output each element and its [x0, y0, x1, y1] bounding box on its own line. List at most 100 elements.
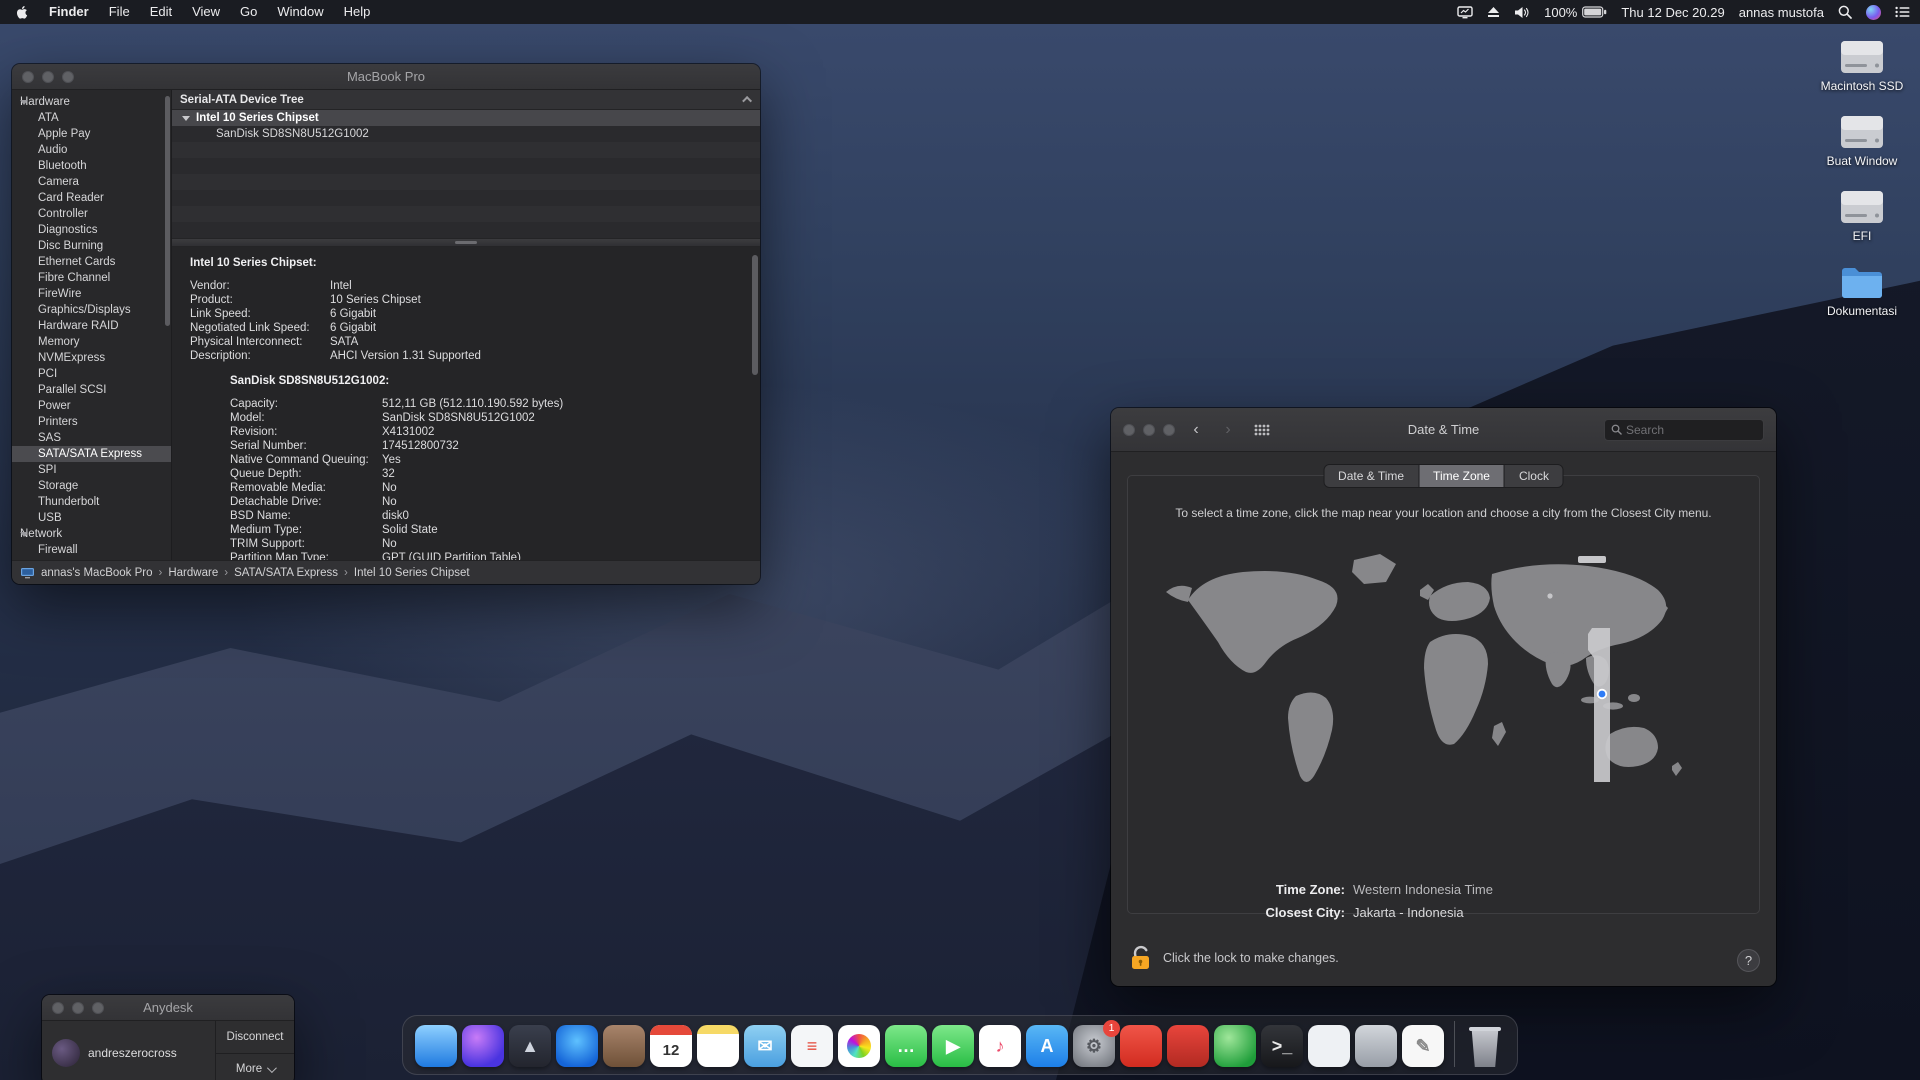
close-button[interactable] — [22, 71, 34, 83]
sidebar-item[interactable]: Disc Burning — [12, 238, 171, 254]
dock-app-anydesk[interactable] — [1120, 1025, 1162, 1067]
minimize-button[interactable] — [1143, 424, 1155, 436]
sidebar-item[interactable]: ATA — [12, 110, 171, 126]
device-tree-row[interactable] — [172, 222, 760, 238]
dock-app-reminders[interactable]: ≡ — [791, 1025, 833, 1067]
dock-app-safari[interactable] — [556, 1025, 598, 1067]
sidebar-item[interactable]: SAS — [12, 430, 171, 446]
disclosure-triangle-icon[interactable] — [20, 100, 28, 105]
sidebar-item[interactable]: USB — [12, 510, 171, 526]
detail-scrollbar[interactable] — [752, 255, 758, 375]
sidebar-item[interactable]: Printers — [12, 414, 171, 430]
dock-app-notes[interactable] — [697, 1025, 739, 1067]
help-button[interactable]: ? — [1737, 949, 1760, 972]
desktop-icon-macintosh-ssd[interactable]: Macintosh SSD — [1814, 36, 1910, 93]
anydesk-titlebar[interactable]: Anydesk — [42, 995, 294, 1021]
breadcrumb-segment[interactable]: › annas's MacBook Pro — [41, 567, 153, 579]
world-map[interactable] — [1158, 538, 1730, 829]
disclosure-triangle-icon[interactable] — [182, 116, 190, 121]
menu-clock[interactable]: Thu 12 Dec 20.29 — [1621, 5, 1724, 20]
closest-city-value[interactable]: Jakarta - Indonesia — [1353, 905, 1464, 920]
sidebar-item[interactable]: Audio — [12, 142, 171, 158]
spotlight-icon[interactable] — [1838, 5, 1852, 19]
dock-app-messages[interactable]: … — [885, 1025, 927, 1067]
device-tree-header[interactable]: Serial-ATA Device Tree — [172, 90, 760, 110]
breadcrumb-segment[interactable]: › SATA/SATA Express — [218, 567, 338, 579]
sidebar-item[interactable]: Power — [12, 398, 171, 414]
sysinfo-titlebar[interactable]: MacBook Pro — [12, 64, 760, 90]
dock-app-facetime[interactable]: ▶ — [932, 1025, 974, 1067]
dock-app-siri[interactable] — [462, 1025, 504, 1067]
more-button[interactable]: More — [216, 1054, 294, 1080]
dock-app-green-sphere-app[interactable] — [1214, 1025, 1256, 1067]
dock-app-finder[interactable] — [415, 1025, 457, 1067]
notification-center-icon[interactable] — [1895, 6, 1910, 18]
zoom-button[interactable] — [62, 71, 74, 83]
sidebar-scrollbar[interactable] — [165, 96, 170, 326]
sidebar-item[interactable]: SPI — [12, 462, 171, 478]
tab-clock[interactable]: Clock — [1505, 465, 1563, 487]
dock-app-mail[interactable]: ✉ — [744, 1025, 786, 1067]
eject-icon[interactable] — [1487, 6, 1500, 18]
dock-app-contacts[interactable] — [603, 1025, 645, 1067]
show-all-grid-icon[interactable] — [1249, 420, 1275, 440]
sidebar-item[interactable]: Diagnostics — [12, 222, 171, 238]
dock-app-terminal[interactable]: >_ — [1261, 1025, 1303, 1067]
sidebar-item[interactable]: Graphics/Displays — [12, 302, 171, 318]
zoom-button[interactable] — [92, 1002, 104, 1014]
menu-item[interactable]: File — [99, 4, 140, 19]
device-tree-row[interactable]: SanDisk SD8SN8U512G1002 — [172, 126, 760, 142]
tab-date-time[interactable]: Date & Time — [1324, 465, 1419, 487]
sidebar-item[interactable]: Ethernet Cards — [12, 254, 171, 270]
device-tree-row[interactable]: Intel 10 Series Chipset — [172, 110, 760, 126]
sidebar-item[interactable]: Thunderbolt — [12, 494, 171, 510]
menu-item[interactable]: Help — [334, 4, 381, 19]
selected-city-dot[interactable] — [1596, 689, 1606, 699]
device-tree-row[interactable] — [172, 158, 760, 174]
sidebar-item[interactable]: Hardware RAID — [12, 318, 171, 334]
anydesk-status-icon[interactable] — [1457, 6, 1473, 19]
sidebar-item[interactable]: Hardware — [12, 94, 171, 110]
search-field[interactable] — [1604, 419, 1764, 441]
menu-item[interactable]: View — [182, 4, 230, 19]
battery-status[interactable]: 100% — [1544, 5, 1607, 20]
back-button[interactable]: ‹ — [1185, 420, 1207, 440]
breadcrumb-segment[interactable]: › Intel 10 Series Chipset — [338, 567, 470, 579]
close-button[interactable] — [52, 1002, 64, 1014]
sidebar-item[interactable]: Apple Pay — [12, 126, 171, 142]
apple-menu[interactable] — [10, 5, 37, 20]
collapse-chevron-icon[interactable] — [742, 96, 752, 106]
disconnect-button[interactable]: Disconnect — [216, 1021, 294, 1054]
disclosure-triangle-icon[interactable] — [20, 532, 28, 537]
dock-app-music[interactable]: ♪ — [979, 1025, 1021, 1067]
menu-item[interactable]: Edit — [140, 4, 182, 19]
forward-button[interactable]: › — [1217, 420, 1239, 440]
dock-app-launchpad[interactable]: ▲ — [509, 1025, 551, 1067]
sidebar-item[interactable]: Storage — [12, 478, 171, 494]
volume-icon[interactable] — [1514, 6, 1530, 19]
sidebar-item[interactable]: PCI — [12, 366, 171, 382]
lock-icon[interactable] — [1129, 944, 1153, 972]
sidebar-item[interactable]: NVMExpress — [12, 350, 171, 366]
current-user[interactable]: annas mustofa — [1739, 5, 1824, 20]
datetime-titlebar[interactable]: ‹ › Date & Time — [1111, 408, 1776, 452]
sidebar-item[interactable]: Controller — [12, 206, 171, 222]
device-tree-row[interactable] — [172, 174, 760, 190]
device-tree-row[interactable] — [172, 142, 760, 158]
sidebar-item[interactable]: Camera — [12, 174, 171, 190]
menu-item[interactable]: Finder — [39, 4, 99, 19]
sidebar-item[interactable]: Bluetooth — [12, 158, 171, 174]
tab-time-zone[interactable]: Time Zone — [1419, 465, 1505, 487]
dock-app-red-app[interactable] — [1167, 1025, 1209, 1067]
sidebar-item[interactable]: Firewall — [12, 542, 171, 558]
device-tree-row[interactable] — [172, 206, 760, 222]
dock-app-automator[interactable] — [1355, 1025, 1397, 1067]
sidebar-item[interactable]: Memory — [12, 334, 171, 350]
sidebar-item[interactable]: FireWire — [12, 286, 171, 302]
sidebar-item[interactable]: SATA/SATA Express — [12, 446, 171, 462]
desktop-icon-efi[interactable]: EFI — [1814, 186, 1910, 243]
trash-icon[interactable] — [1465, 1023, 1505, 1067]
sidebar-item[interactable]: Network — [12, 526, 171, 542]
menu-item[interactable]: Window — [267, 4, 333, 19]
sidebar-item[interactable]: Card Reader — [12, 190, 171, 206]
